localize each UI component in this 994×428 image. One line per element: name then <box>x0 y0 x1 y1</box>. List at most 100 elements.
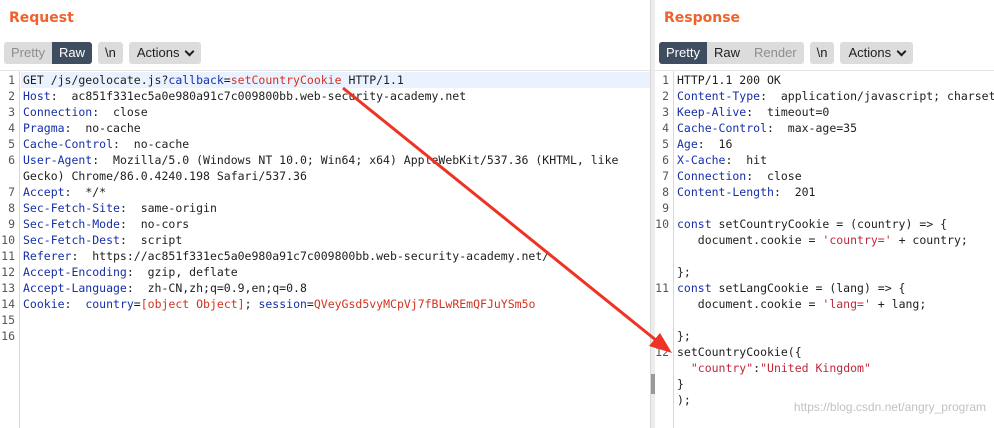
line-number: 15 <box>1 313 15 327</box>
code-token: : no-cache <box>64 121 141 135</box>
line-number: 11 <box>655 281 669 295</box>
code-token: : no-cache <box>113 137 190 151</box>
code-token: X-Cache <box>677 153 726 167</box>
line-number: 1 <box>8 73 15 87</box>
code-line: Accept-Language: zh-CN,zh;q=0.9,en;q=0.8 <box>23 280 307 296</box>
code-line: Keep-Alive: timeout=0 <box>677 104 829 120</box>
line-number: 10 <box>655 217 669 231</box>
request-actions-dropdown[interactable]: Actions <box>128 42 202 64</box>
code-line: }; <box>677 328 691 344</box>
code-token: Cookie <box>23 297 65 311</box>
response-title: Response <box>664 10 741 26</box>
code-token: "country" <box>677 361 754 375</box>
line-number: 6 <box>662 153 669 167</box>
code-token: : no-cors <box>119 217 190 231</box>
code-token: } <box>677 377 684 391</box>
code-line: Cache-Control: no-cache <box>23 136 189 152</box>
code-line: document.cookie = 'lang=' + lang; <box>677 296 927 312</box>
code-token: Host <box>23 89 51 103</box>
code-token: ; <box>244 297 259 311</box>
code-line: Sec-Fetch-Dest: script <box>23 232 182 248</box>
code-token: Sec-Fetch-Dest <box>23 233 120 247</box>
code-token: HTTP/1.1 200 OK <box>677 73 781 87</box>
code-token: country <box>85 297 134 311</box>
code-token: const <box>677 281 712 295</box>
code-line: Cookie: country=[object Object]; session… <box>23 296 535 312</box>
line-number: 11 <box>1 249 15 263</box>
code-token: setCountryCookie({ <box>677 345 802 359</box>
code-token: 'country=' <box>822 233 892 247</box>
line-number: 3 <box>662 105 669 119</box>
response-editor[interactable]: 1 HTTP/1.1 200 OK 2 Content-Type: applicati… <box>655 70 994 428</box>
line-number: 3 <box>8 105 15 119</box>
code-token: Accept-Language <box>23 281 127 295</box>
line-number: 6 <box>8 153 15 167</box>
request-view-tabs: Pretty Raw <box>4 42 92 64</box>
line-number: 16 <box>1 329 15 343</box>
response-tab-pretty[interactable]: Pretty <box>659 42 707 64</box>
code-token: const <box>677 217 712 231</box>
code-token: session <box>258 297 307 311</box>
code-token: Connection <box>23 105 93 119</box>
code-token: }; <box>677 265 691 279</box>
response-pane: Response Pretty Raw Render \n Actions 1H… <box>655 0 994 428</box>
request-pane: Request Pretty Raw \n Actions 1 GET /js/g… <box>0 0 650 428</box>
code-line: Connection: close <box>677 168 802 184</box>
code-line: Cache-Control: max-age=35 <box>677 120 857 136</box>
code-token: [object Object] <box>140 297 245 311</box>
code-token: Sec-Fetch-Mode <box>23 217 120 231</box>
code-token: : https://ac851f331ec5a0e980a91c7c009800… <box>71 249 550 263</box>
code-line: const setCountryCookie = (country) => { <box>677 216 947 232</box>
line-number: 10 <box>1 233 15 247</box>
code-token: 'lang=' <box>822 297 871 311</box>
code-line: Gecko) Chrome/86.0.4240.198 Safari/537.3… <box>23 168 307 184</box>
code-token: Connection <box>677 169 747 183</box>
watermark: https://blog.csdn.net/angry_program <box>793 400 986 414</box>
code-line: "country":"United Kingdom" <box>677 360 871 376</box>
response-actions-label: Actions <box>848 45 892 60</box>
line-number: 4 <box>662 121 669 135</box>
request-tab-raw[interactable]: Raw <box>51 42 92 64</box>
response-tab-raw[interactable]: Raw <box>706 42 747 64</box>
line-number: 8 <box>662 185 669 199</box>
code-token: = <box>306 297 314 311</box>
response-tab-render[interactable]: Render <box>746 42 804 64</box>
code-line: document.cookie = 'country=' + country; <box>677 232 968 248</box>
code-token: + lang; <box>870 297 927 311</box>
chevron-down-icon <box>185 46 195 56</box>
request-newline-toggle[interactable]: \n <box>97 42 123 64</box>
code-line: HTTP/1.1 200 OK <box>677 72 781 88</box>
line-number: 2 <box>8 89 15 103</box>
code-token: : 16 <box>697 137 733 151</box>
line-number: 12 <box>1 265 15 279</box>
request-title: Request <box>9 10 74 26</box>
code-token: : script <box>119 233 183 247</box>
request-editor[interactable]: 1 GET /js/geolocate.js?callback=setCountr… <box>0 70 650 428</box>
code-token: : close <box>92 105 148 119</box>
code-line: Age: 16 <box>677 136 732 152</box>
code-token: setCountryCookie = (country) => { <box>711 217 948 231</box>
response-newline-toggle[interactable]: \n <box>809 42 835 64</box>
line-number: 13 <box>1 281 15 295</box>
code-token: : timeout=0 <box>746 105 830 119</box>
code-token: Pragma <box>23 121 65 135</box>
code-token: GET /js/geolocate.js? <box>23 73 169 87</box>
code-token: QVeyGsd5vyMCpVj7fBLwREmQFJuYSm5o <box>313 297 536 311</box>
code-token: : */* <box>64 185 107 199</box>
code-line: setCountryCookie({ <box>677 344 802 360</box>
code-line: Referer: https://ac851f331ec5a0e980a91c7… <box>23 248 549 264</box>
code-token: callback <box>168 73 224 87</box>
line-number: 9 <box>8 217 15 231</box>
code-line: Sec-Fetch-Mode: no-cors <box>23 216 189 232</box>
response-actions-dropdown[interactable]: Actions <box>840 42 914 64</box>
code-token: document.cookie = <box>677 297 823 311</box>
code-token: Sec-Fetch-Site <box>23 201 120 215</box>
code-token: Gecko) Chrome/86.0.4240.198 Safari/537.3… <box>23 169 307 183</box>
code-line: Accept: */* <box>23 184 106 200</box>
code-token: Cache-Control <box>677 121 768 135</box>
code-token: : hit <box>725 153 768 167</box>
code-line: Connection: close <box>23 104 148 120</box>
line-number: 7 <box>8 185 15 199</box>
code-token: Content-Type <box>677 89 761 103</box>
request-tab-pretty[interactable]: Pretty <box>4 42 52 64</box>
